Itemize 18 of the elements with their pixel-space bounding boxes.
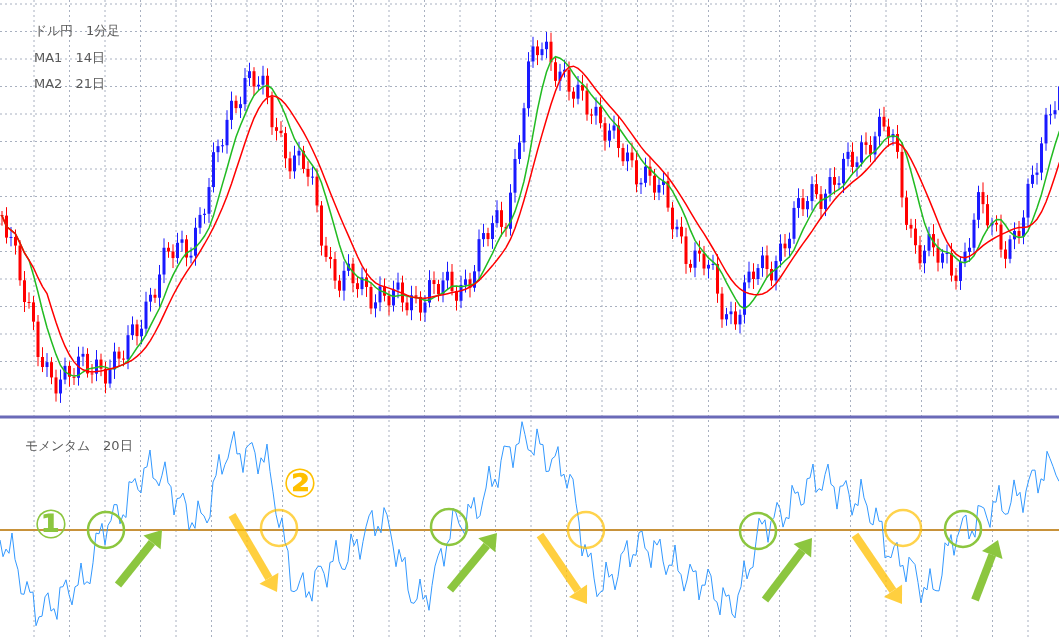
circle-mark — [943, 509, 983, 549]
indicator-title: モメンタム 20日 — [25, 438, 133, 453]
step-number: ② — [283, 460, 317, 506]
circle-mark — [738, 511, 778, 551]
arrow-mark — [536, 532, 588, 604]
circle-mark — [259, 508, 299, 548]
arrow-mark — [971, 540, 1003, 602]
circle-mark — [86, 510, 126, 550]
arrow-mark — [761, 538, 812, 603]
chart-title: ドル円 1分足 — [34, 23, 121, 38]
moving-average-label: MA1 14日 — [34, 50, 105, 65]
arrow-mark — [114, 530, 162, 588]
circle-mark — [566, 510, 606, 550]
arrow-mark — [446, 533, 497, 593]
arrow-mark — [851, 532, 903, 604]
circle-mark — [883, 508, 923, 548]
moving-average-label: MA2 21日 — [34, 76, 105, 91]
circle-mark — [429, 507, 469, 547]
